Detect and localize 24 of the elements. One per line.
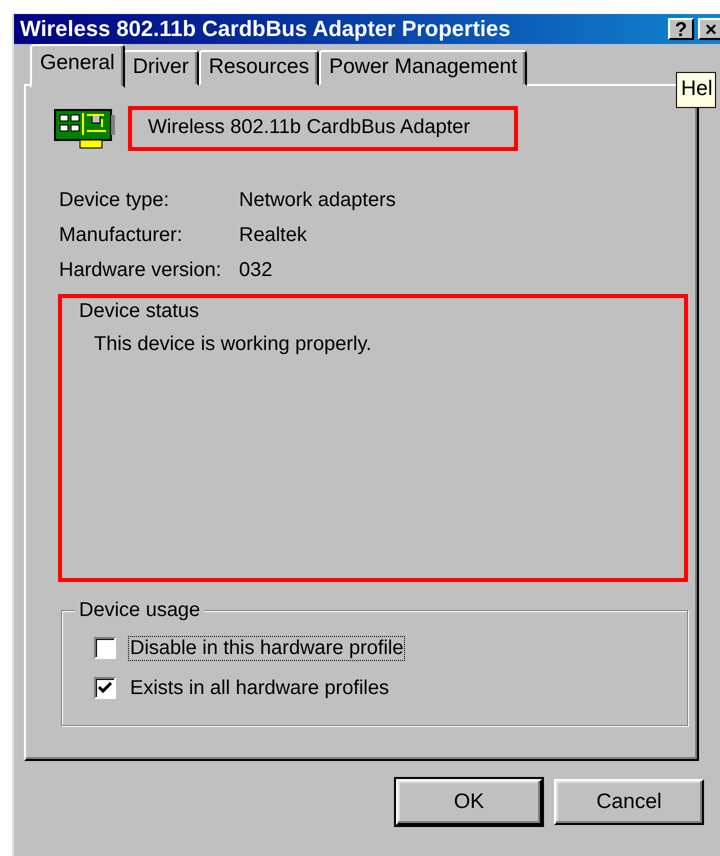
close-button[interactable]: × — [698, 18, 720, 40]
property-value: Realtek — [239, 224, 308, 247]
tab[interactable]: Driver — [122, 50, 199, 86]
device-name: Wireless 802.11b CardbBus Adapter — [128, 106, 518, 151]
dialog-button[interactable]: OK — [396, 779, 542, 825]
status-message: This device is working properly. — [94, 332, 373, 356]
tab[interactable]: Power Management — [319, 50, 528, 86]
checkbox[interactable] — [94, 677, 116, 699]
property-value: Network adapters — [239, 189, 397, 212]
help-button[interactable]: ? — [668, 18, 694, 40]
network-card-icon — [54, 106, 116, 150]
property-label: Device type: — [59, 189, 170, 212]
dialog-button[interactable]: Cancel — [554, 779, 704, 825]
tooltip: Hel — [676, 72, 716, 108]
property-value: 032 — [239, 259, 274, 282]
window-title: Wireless 802.11b CardbBus Adapter Properties — [20, 16, 512, 42]
property-label: Hardware version: — [59, 259, 222, 282]
checkmark-icon — [98, 682, 112, 694]
checkbox-label[interactable]: Disable in this hardware profile — [128, 636, 406, 660]
tab[interactable]: General — [30, 44, 125, 88]
property-label: Manufacturer: — [59, 224, 184, 247]
checkbox[interactable] — [94, 637, 116, 659]
tab[interactable]: Resources — [198, 50, 320, 86]
checkbox-label[interactable]: Exists in all hardware profiles — [128, 676, 391, 700]
